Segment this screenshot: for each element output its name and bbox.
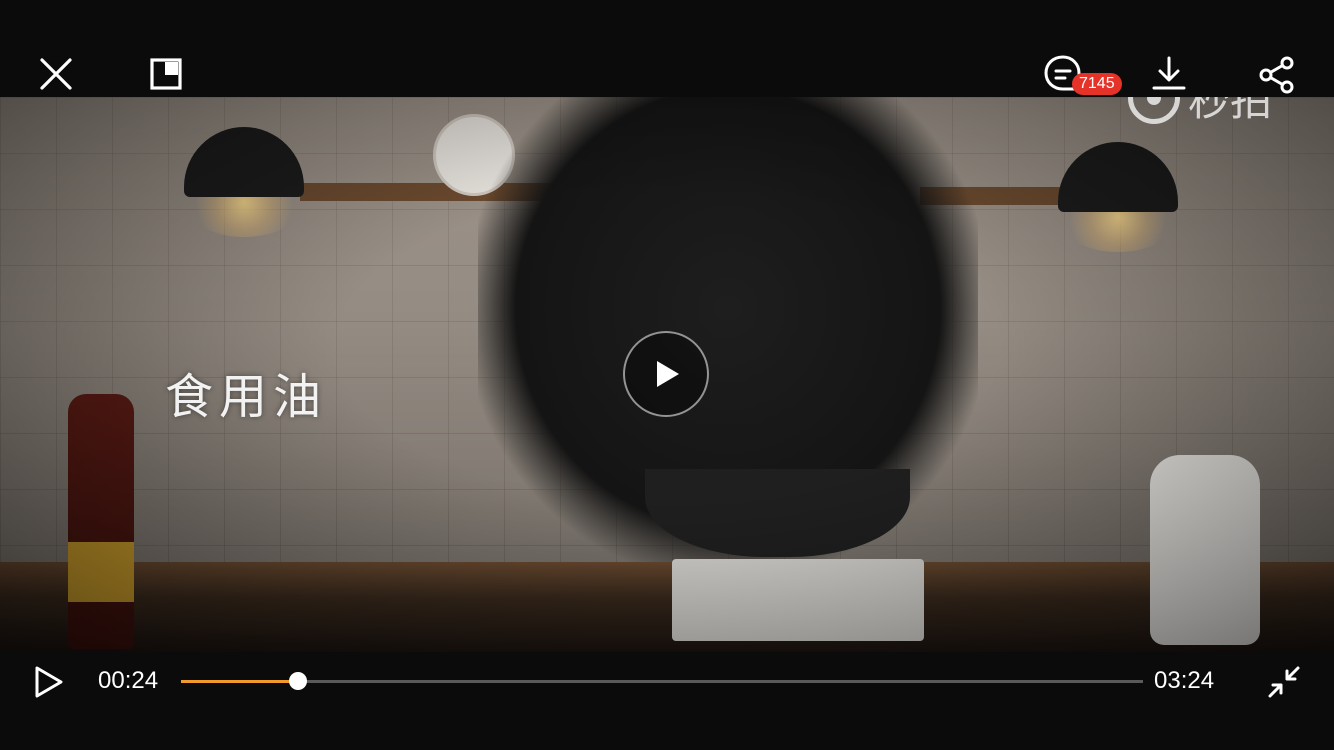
current-time: 00:24 (98, 667, 159, 694)
play-icon (657, 361, 679, 387)
video-frame[interactable]: 食用油 秒拍 (0, 97, 1334, 652)
watermark-logo-icon (1127, 97, 1180, 124)
progress-bar[interactable] (181, 672, 1143, 690)
center-play-button[interactable] (623, 331, 709, 417)
close-icon[interactable] (36, 54, 76, 94)
progress-knob[interactable] (289, 672, 308, 690)
watermark: 秒拍 (1127, 97, 1272, 128)
share-icon[interactable] (1256, 54, 1298, 96)
play-icon (35, 666, 63, 698)
comment-count-badge: 7145 (1072, 73, 1122, 95)
total-time: 03:24 (1154, 667, 1215, 694)
playback-controls: 00:24 03:24 (0, 652, 1334, 750)
play-button[interactable] (30, 664, 66, 700)
video-caption: 食用油 (165, 369, 328, 425)
top-bar: 7145 (0, 0, 1334, 97)
progress-fill (181, 680, 299, 683)
exit-fullscreen-icon[interactable] (1266, 664, 1302, 700)
picture-in-picture-icon[interactable] (146, 54, 186, 94)
watermark-text: 秒拍 (1187, 97, 1272, 125)
download-icon[interactable] (1148, 52, 1190, 94)
